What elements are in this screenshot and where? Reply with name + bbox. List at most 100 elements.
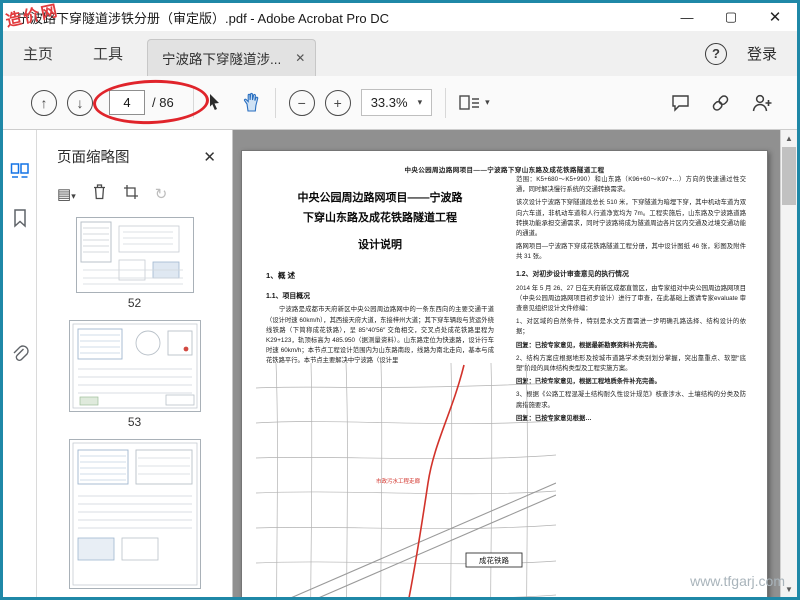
zoom-level-dropdown[interactable]: 33.3% ▾ xyxy=(360,89,433,116)
page-left-column: 中央公园周边路网项目——宁波路 下穿山东路及成花铁路隧道工程 设计说明 1、概 … xyxy=(266,189,494,367)
main-toolbar: ↑ ↓ 4 / 86 − + 33.3% ▾ ▾ xyxy=(3,76,797,130)
select-tool-button[interactable] xyxy=(207,93,222,112)
thumbnail-page-53[interactable] xyxy=(68,320,201,412)
rotate-icon: ↻ xyxy=(154,186,168,203)
maximize-icon: ▢ xyxy=(724,9,738,24)
chevron-down-icon: ▾ xyxy=(71,191,76,201)
minimize-icon: — xyxy=(680,9,694,25)
previous-page-button[interactable]: ↑ xyxy=(31,89,57,116)
section-heading-1-2: 1.2、对初步设计审查意见的执行情况 xyxy=(516,270,629,278)
comment-icon xyxy=(672,94,689,112)
toolbar-separator xyxy=(445,87,447,118)
title-bar: 宁波路下穿隧道涉铁分册（审定版）.pdf - Adobe Acrobat Pro… xyxy=(3,3,797,31)
maximize-button[interactable]: ▢ xyxy=(709,3,753,31)
vertical-scrollbar[interactable]: ▲ ▼ xyxy=(780,130,797,597)
page-running-header: 中央公园周边路网项目——宁波路下穿山东路及成花铁路隧道工程 xyxy=(404,167,605,174)
tab-tools[interactable]: 工具 xyxy=(73,31,143,76)
hand-tool-button[interactable] xyxy=(242,92,262,113)
bookmark-icon xyxy=(14,209,26,228)
minimize-button[interactable]: — xyxy=(665,3,709,31)
content-area: 页面缩略图 ✕ ▤▾ ↻ 52 53 中央公园周边路网项目——宁波路下穿山东路及… xyxy=(3,130,797,597)
thumbnail-drawing xyxy=(72,442,197,586)
share-link-button[interactable] xyxy=(710,93,731,113)
toolbar-separator xyxy=(274,87,276,118)
pdf-page: 中央公园周边路网项目——宁波路下穿山东路及成花铁路隧道工程 中央公园周边路网项目… xyxy=(241,150,768,597)
body-paragraph: 路网项目—宁波路下穿成花铁路隧道工程分册，其中设计图纸 46 张，彩图及附件共 … xyxy=(516,243,746,261)
thumbnail-options-button[interactable]: ▤▾ xyxy=(57,185,76,203)
reply-paragraph: 回复：已按专家意见，根据最新勘察资料补充完善。 xyxy=(516,341,661,349)
document-title-line2: 下穿山东路及成花铁路隧道工程 xyxy=(303,211,457,224)
page-total-label: / 86 xyxy=(152,95,174,110)
page-thumbnails-icon xyxy=(10,163,29,178)
body-paragraph: 宁波路是成都市天府新区中央公园周边路网中的一条东西向的主要交通干道（设计时速 6… xyxy=(266,306,494,365)
body-paragraph: 范围：K5+680～K5+990）和山东路（K96+60～K97+…）方向的快速… xyxy=(516,176,746,194)
help-button[interactable]: ? xyxy=(704,42,727,65)
paperclip-icon xyxy=(13,345,29,361)
crop-pages-button[interactable] xyxy=(123,184,139,205)
document-title: 中央公园周边路网项目——宁波路 下穿山东路及成花铁路隧道工程 设计说明 xyxy=(266,189,494,255)
attachments-pane-button[interactable] xyxy=(10,344,30,369)
comment-tool-button[interactable] xyxy=(671,94,690,112)
chevron-down-icon[interactable]: ▾ xyxy=(485,97,490,108)
tab-home[interactable]: 主页 xyxy=(3,31,73,76)
toolbar-separator xyxy=(192,87,194,118)
rotate-pages-button[interactable]: ↻ xyxy=(155,185,168,203)
thumbnail-page-52[interactable] xyxy=(75,217,194,293)
panel-header: 页面缩略图 ✕ xyxy=(37,130,232,173)
thumbnail-page-54[interactable] xyxy=(68,439,201,589)
document-tab-close-icon[interactable]: ✕ xyxy=(295,51,305,65)
section-heading-1-1: 1.1、项目概况 xyxy=(266,293,311,301)
body-paragraph: 2014 年 5 月 26、27 日在天府新区成都直管区，由专家组对中央公园周边… xyxy=(516,284,746,313)
site-map-figure: 市政污水工程走廊 成花铁路 xyxy=(256,363,556,597)
page-display-icon xyxy=(459,94,480,110)
app-window: 造价网 宁波路下穿隧道涉铁分册（审定版）.pdf - Adobe Acrobat… xyxy=(0,0,800,600)
thumbnail-label: 53 xyxy=(127,415,142,429)
map-label: 成花铁路 xyxy=(479,555,509,565)
add-user-icon xyxy=(752,94,772,111)
document-tab[interactable]: 宁波路下穿隧道涉... ✕ xyxy=(147,39,317,76)
document-tab-label: 宁波路下穿隧道涉... xyxy=(162,52,282,67)
section-heading-1: 1、概 述 xyxy=(266,271,296,281)
window-title: 宁波路下穿隧道涉铁分册（审定版）.pdf - Adobe Acrobat Pro… xyxy=(17,10,390,26)
page-down-icon: ↓ xyxy=(76,94,84,111)
document-title-line1: 中央公园周边路网项目——宁波路 xyxy=(297,192,463,204)
cursor-arrow-icon xyxy=(209,94,219,110)
page-thumbnails-pane-button[interactable] xyxy=(10,162,30,187)
link-icon xyxy=(712,94,729,111)
body-paragraph: 1、对区域的自然条件，特别是水文方面需进一步明确孔路选择、结构设计的依据； xyxy=(516,318,746,336)
page-display-button[interactable] xyxy=(459,94,481,112)
scroll-down-icon: ▼ xyxy=(785,584,793,594)
zoom-out-icon: − xyxy=(297,94,306,111)
scroll-up-button[interactable]: ▲ xyxy=(781,130,797,146)
panel-close-icon[interactable]: ✕ xyxy=(203,148,216,166)
trash-icon xyxy=(93,184,105,200)
map-annotation: 市政污水工程走廊 xyxy=(376,477,421,485)
page-number-input[interactable]: 4 xyxy=(109,90,145,115)
zoom-in-icon: + xyxy=(333,94,342,111)
delete-pages-button[interactable] xyxy=(92,183,107,205)
tab-bar: 主页 工具 宁波路下穿隧道涉... ✕ ? 登录 xyxy=(3,31,797,76)
scrollbar-thumb[interactable] xyxy=(782,147,796,205)
send-for-signature-button[interactable] xyxy=(751,93,773,113)
toolbar-right-group xyxy=(671,93,783,113)
body-paragraph: 该次设计宁波路下穿隧道段总长 510 米，下穿隧道为暗埋下穿，其中机动车道为双向… xyxy=(516,199,746,237)
scroll-down-button[interactable]: ▼ xyxy=(781,581,797,597)
hand-icon xyxy=(243,92,258,112)
zoom-in-button[interactable]: + xyxy=(324,89,351,116)
panel-toolbar: ▤▾ ↻ xyxy=(37,173,232,215)
zoom-level-value: 33.3% xyxy=(370,95,408,110)
sign-in-button[interactable]: 登录 xyxy=(747,43,777,64)
close-button[interactable]: ✕ xyxy=(753,3,797,31)
zoom-out-button[interactable]: − xyxy=(288,89,315,116)
help-icon: ? xyxy=(712,46,720,61)
next-page-button[interactable]: ↓ xyxy=(67,89,93,116)
scroll-up-icon: ▲ xyxy=(785,133,793,143)
page-number-group: 4 / 86 xyxy=(92,77,210,127)
page-up-icon: ↑ xyxy=(40,94,48,111)
panel-title: 页面缩略图 xyxy=(57,150,130,166)
thumbnail-drawing xyxy=(80,221,183,285)
window-controls: — ▢ ✕ xyxy=(665,3,797,31)
navigation-pane-strip xyxy=(3,130,37,597)
bookmarks-pane-button[interactable] xyxy=(10,208,30,233)
document-view[interactable]: 中央公园周边路网项目——宁波路下穿山东路及成花铁路隧道工程 中央公园周边路网项目… xyxy=(233,130,780,597)
